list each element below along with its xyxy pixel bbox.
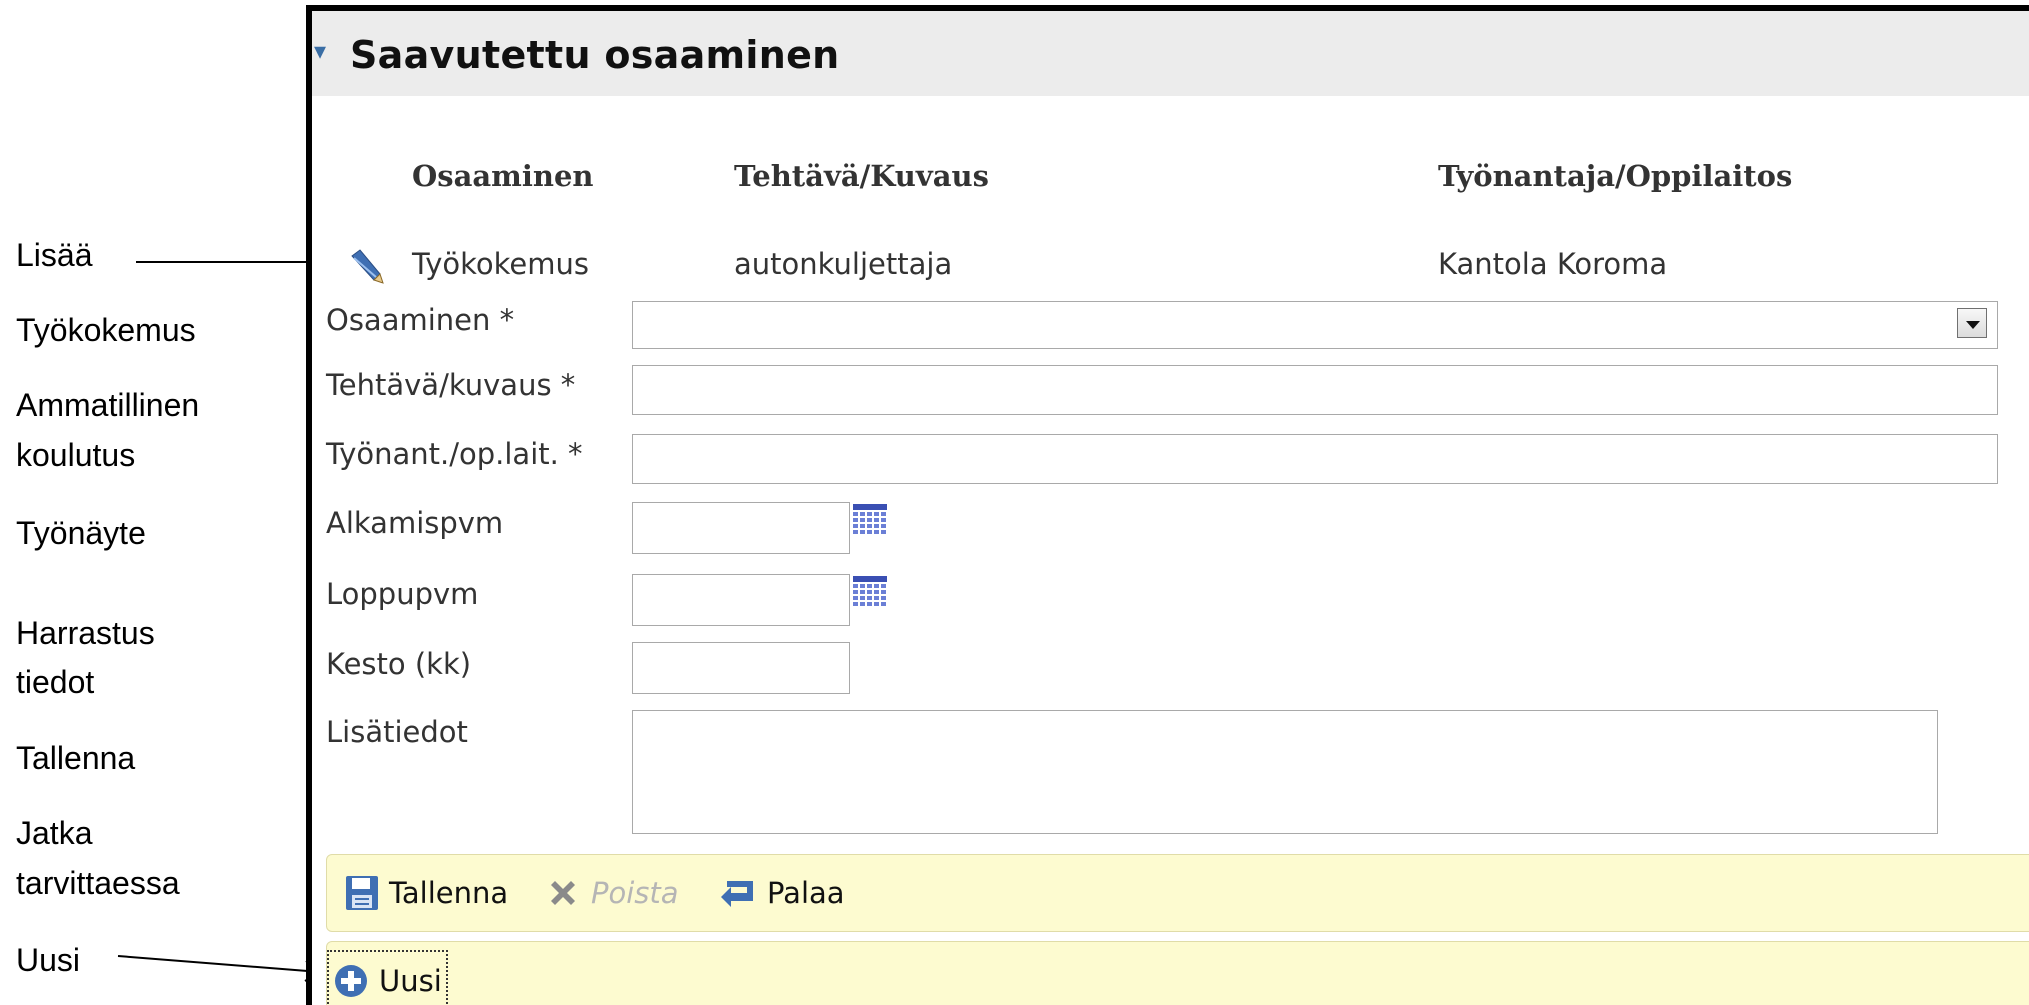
calendar-icon[interactable]	[852, 575, 888, 607]
end-date-input[interactable]	[632, 574, 850, 626]
start-date-input[interactable]	[632, 502, 850, 554]
column-header-skill: Osaaminen	[412, 159, 594, 193]
plus-circle-icon	[335, 965, 367, 997]
calendar-icon[interactable]	[852, 503, 888, 535]
save-button[interactable]: Tallenna	[345, 855, 508, 931]
x-icon	[551, 881, 575, 905]
delete-button[interactable]: Poista	[545, 855, 679, 931]
start-date-label: Alkamispvm	[326, 506, 504, 540]
task-label: Tehtävä/kuvaus *	[326, 368, 576, 402]
duration-label: Kesto (kk)	[326, 647, 472, 681]
arrow-new	[117, 955, 321, 973]
skill-label: Osaaminen *	[326, 303, 515, 337]
action-toolbar: Tallenna Poista Palaa	[326, 854, 2029, 932]
annotation-arrows	[117, 251, 340, 982]
row-employer: Kantola Koroma	[1438, 247, 1668, 281]
column-header-employer: Työnantaja/Oppilaitos	[1438, 159, 1793, 193]
info-label: Lisätiedot	[326, 715, 468, 749]
info-textarea[interactable]	[632, 710, 1938, 834]
panel-header: ▾ Saavutettu osaaminen	[312, 11, 2029, 96]
pencil-icon[interactable]	[346, 246, 386, 286]
skills-panel: ▾ Saavutettu osaaminen Osaaminen Tehtävä…	[306, 5, 2029, 1005]
panel-title: Saavutettu osaaminen	[350, 33, 840, 77]
back-button-label: Palaa	[767, 876, 845, 910]
end-date-label: Loppupvm	[326, 577, 479, 611]
new-button-label: Uusi	[379, 964, 442, 998]
collapse-toggle-icon[interactable]: ▾	[314, 37, 326, 65]
return-arrow-icon	[721, 881, 753, 907]
skill-select[interactable]	[632, 301, 1998, 349]
new-button[interactable]: Uusi	[327, 950, 448, 1005]
delete-button-label: Poista	[591, 876, 679, 910]
duration-input[interactable]	[632, 642, 850, 694]
save-button-label: Tallenna	[389, 876, 509, 910]
task-input[interactable]	[632, 365, 1998, 415]
back-button[interactable]: Palaa	[719, 855, 845, 931]
row-skill: Työkokemus	[412, 247, 589, 281]
column-header-task: Tehtävä/Kuvaus	[734, 159, 989, 193]
employer-input[interactable]	[632, 434, 1998, 484]
new-toolbar: Uusi	[326, 941, 2029, 1005]
chevron-down-icon[interactable]	[1957, 308, 1987, 338]
row-task: autonkuljettaja	[734, 247, 953, 281]
employer-label: Työnant./op.lait. *	[326, 437, 583, 471]
floppy-disk-icon	[346, 876, 378, 910]
